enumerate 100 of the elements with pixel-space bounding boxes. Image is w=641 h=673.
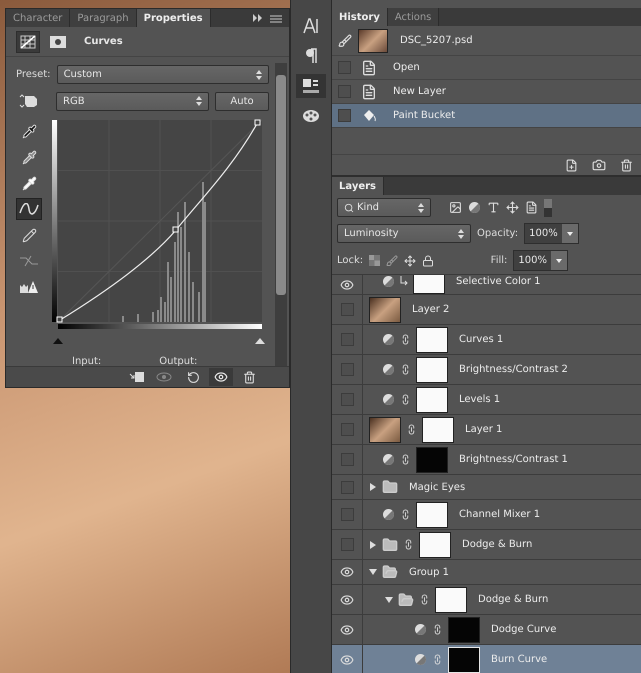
lock-transparency-icon[interactable] xyxy=(369,255,380,266)
adjustment-icon xyxy=(382,275,395,288)
mask-icon xyxy=(50,36,66,48)
layer-row[interactable]: Dodge & Burn xyxy=(332,530,641,560)
camera-icon[interactable] xyxy=(592,158,606,172)
layer-name: Curves 1 xyxy=(459,334,504,345)
brush-icon[interactable] xyxy=(386,254,398,266)
adjustment-icon xyxy=(414,653,427,666)
eye-icon[interactable] xyxy=(340,622,354,636)
trash-icon xyxy=(242,370,256,384)
panel-tab[interactable]: Character xyxy=(6,9,70,27)
eye-icon[interactable] xyxy=(340,592,354,606)
eye-icon[interactable] xyxy=(340,278,354,292)
menu-icon[interactable] xyxy=(253,13,283,23)
layer-row[interactable]: Dodge Curve xyxy=(332,615,641,645)
clip-to-layer-icon xyxy=(129,371,145,383)
channel-select[interactable]: RGB xyxy=(56,92,209,110)
filter-toggle-icon[interactable] xyxy=(544,198,552,216)
eye-icon[interactable] xyxy=(340,652,354,666)
layer-row[interactable]: Group 1 xyxy=(332,560,641,585)
curves-grid-icon xyxy=(20,34,36,48)
panel-tab[interactable]: Properties xyxy=(136,9,211,27)
filter-select[interactable]: Kind xyxy=(337,198,431,217)
disclosure-triangle-icon[interactable] xyxy=(385,596,393,604)
output-label: Output: xyxy=(159,356,198,367)
search-icon xyxy=(344,202,354,212)
caret-icon xyxy=(566,232,573,236)
input-label: Input: xyxy=(72,356,102,367)
control-point[interactable] xyxy=(254,120,260,126)
disclosure-triangle-icon[interactable] xyxy=(369,483,377,491)
smart-object-icon[interactable] xyxy=(525,201,538,214)
link-icon xyxy=(400,364,411,375)
curves-adjustment-button[interactable] xyxy=(16,30,40,52)
panel-tab[interactable]: Actions xyxy=(388,8,440,26)
layer-row[interactable]: Channel Mixer 1 xyxy=(332,500,641,530)
layer-name: Brightness/Contrast 2 xyxy=(459,364,568,375)
disclosure-triangle-icon[interactable] xyxy=(369,568,377,576)
folder-icon xyxy=(382,479,398,495)
scrollbar[interactable] xyxy=(275,63,287,366)
image-icon[interactable] xyxy=(449,201,462,214)
adjustment-icon xyxy=(382,508,395,521)
layer-row[interactable]: Brightness/Contrast 1 xyxy=(332,445,641,475)
blend-mode-select[interactable]: Luminosity xyxy=(337,224,471,243)
snapshot-row[interactable]: DSC_5207.psd xyxy=(332,26,641,56)
palette-icon xyxy=(302,109,320,123)
layer-row[interactable]: Burn Curve xyxy=(332,645,641,673)
layer-name: Burn Curve xyxy=(491,654,548,665)
new-document-icon[interactable] xyxy=(565,158,578,172)
fill-field[interactable]: 100% xyxy=(513,250,568,271)
opacity-field[interactable]: 100% xyxy=(524,223,579,244)
adjustment-icon xyxy=(382,363,395,376)
folder-icon xyxy=(382,536,398,552)
control-point[interactable] xyxy=(56,316,62,322)
curve-tool-button[interactable] xyxy=(16,198,42,220)
layer-row[interactable]: Layer 2 xyxy=(332,295,641,325)
opacity-label: Opacity: xyxy=(477,228,518,239)
curve-icon xyxy=(19,203,39,215)
eye-icon[interactable] xyxy=(340,565,354,579)
history-state-label: Paint Bucket xyxy=(393,110,456,121)
filter-value: Kind xyxy=(357,202,380,213)
link-icon xyxy=(432,654,443,665)
control-point[interactable] xyxy=(172,226,178,232)
lock-icon[interactable] xyxy=(422,254,434,266)
layer-row[interactable]: Magic Eyes xyxy=(332,475,641,500)
reset-icon xyxy=(186,370,200,384)
link-icon xyxy=(400,509,411,520)
snapshot-thumbnail xyxy=(358,28,388,52)
layer-name: Group 1 xyxy=(409,566,449,578)
auto-button[interactable]: Auto xyxy=(215,92,269,110)
link-icon xyxy=(400,334,411,345)
panel-tab[interactable]: History xyxy=(332,8,388,26)
layer-name: Channel Mixer 1 xyxy=(459,509,540,520)
layer-row[interactable]: Curves 1 xyxy=(332,325,641,355)
adjustment-icon xyxy=(414,623,427,636)
panel-tab[interactable]: Layers xyxy=(332,177,384,195)
preset-label: Preset: xyxy=(16,69,51,80)
folder-icon xyxy=(382,564,398,580)
shape-icon[interactable] xyxy=(506,201,519,214)
disclosure-triangle-icon[interactable] xyxy=(369,540,377,548)
up-down-arrows-icon xyxy=(418,202,424,212)
link-icon xyxy=(419,594,430,605)
layer-row[interactable]: Levels 1 xyxy=(332,385,641,415)
layer-row[interactable]: Selective Color 1 xyxy=(332,275,641,295)
eyedropper-icon xyxy=(22,150,36,164)
preset-select[interactable]: Custom xyxy=(56,65,269,84)
layer-row[interactable]: Layer 1 xyxy=(332,415,641,445)
move-icon[interactable] xyxy=(404,254,416,266)
layer-row[interactable]: Dodge & Burn xyxy=(332,585,641,615)
up-down-arrows-icon xyxy=(256,70,262,80)
view-previous-icon xyxy=(156,371,174,383)
up-down-arrows-icon xyxy=(196,96,202,106)
history-state[interactable]: Open xyxy=(332,56,641,80)
panel-tab[interactable]: Paragraph xyxy=(70,9,137,27)
type-icon[interactable] xyxy=(487,201,500,214)
layer-row[interactable]: Brightness/Contrast 2 xyxy=(332,355,641,385)
adjustment-icon xyxy=(382,453,395,466)
trash-icon[interactable] xyxy=(620,158,633,172)
history-state[interactable]: Paint Bucket xyxy=(332,104,641,128)
smooth-curve-icon xyxy=(19,255,39,267)
document-icon xyxy=(361,84,377,100)
